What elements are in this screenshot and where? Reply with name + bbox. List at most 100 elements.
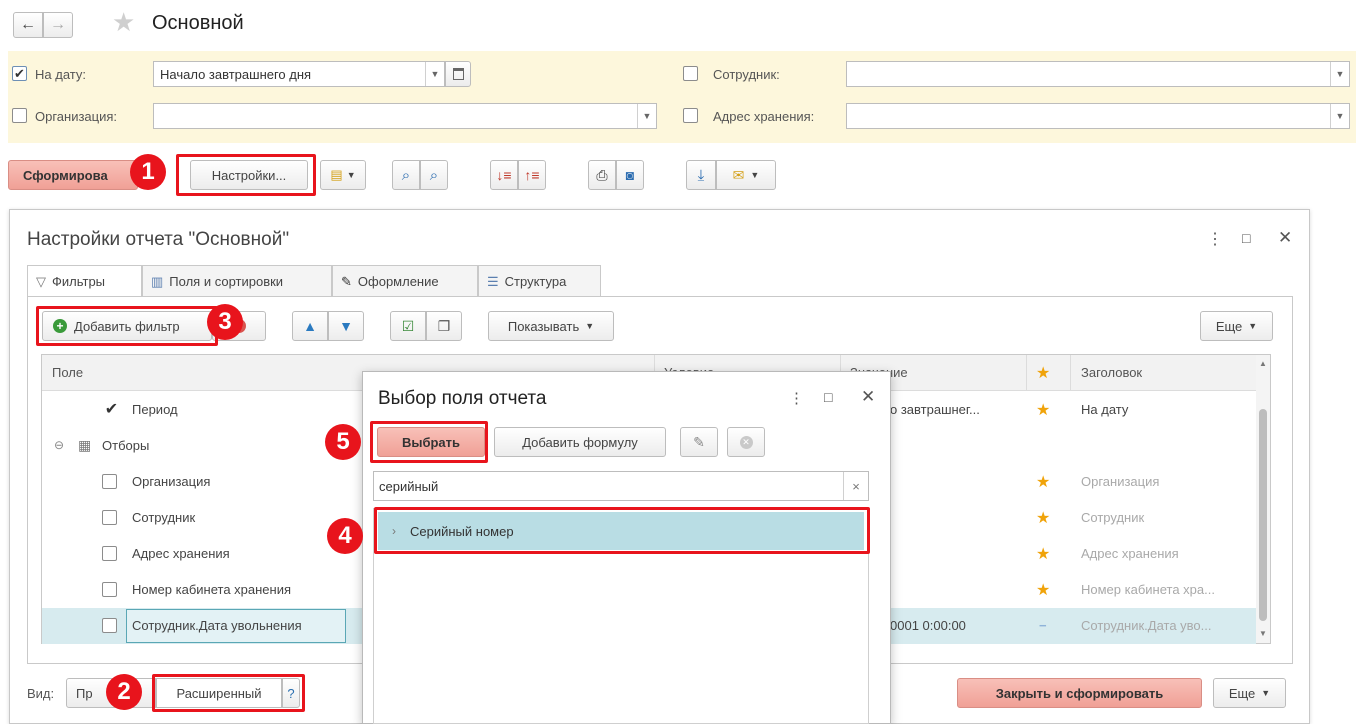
- step-badge-5: 5: [325, 424, 361, 460]
- date-checkbox[interactable]: ✔: [12, 66, 27, 81]
- storage-field[interactable]: ▼: [846, 103, 1350, 129]
- variants-button[interactable]: ▤ ▼: [320, 160, 366, 190]
- forward-button[interactable]: →: [43, 12, 73, 38]
- move-up-button[interactable]: ▲: [292, 311, 328, 341]
- row-checkbox[interactable]: [102, 582, 117, 597]
- show-button[interactable]: Показывать ▼: [488, 311, 614, 341]
- storage-checkbox[interactable]: [683, 108, 698, 123]
- chevron-down-icon: ▼: [585, 321, 595, 331]
- expand-icon: ↓≡: [496, 167, 512, 183]
- star-icon[interactable]: ★: [112, 9, 135, 35]
- clear-icon[interactable]: ×: [843, 472, 868, 500]
- print-button[interactable]: ⎙: [588, 160, 616, 190]
- chevron-down-icon: ▼: [1248, 321, 1258, 331]
- collapse-groups-button[interactable]: ↑≡: [518, 160, 546, 190]
- row-checkbox[interactable]: [102, 546, 117, 561]
- collapse-icon[interactable]: ⊖: [54, 438, 64, 452]
- scrollbar-down-icon[interactable]: ▼: [1259, 629, 1267, 638]
- send-button[interactable]: ✉ ▼: [716, 160, 776, 190]
- row-checkbox[interactable]: [102, 618, 117, 633]
- back-button[interactable]: ←: [13, 12, 43, 38]
- table-scrollbar[interactable]: ▲ ▼: [1256, 355, 1270, 643]
- row-field: Период: [132, 402, 178, 417]
- calendar-icon: [452, 68, 464, 80]
- maximize-icon[interactable]: □: [1242, 230, 1250, 246]
- step-badge-1: 1: [130, 154, 166, 190]
- tab-filters[interactable]: ▽ Фильтры: [27, 265, 142, 297]
- row-checkbox[interactable]: ✔: [104, 401, 119, 417]
- organization-checkbox[interactable]: [12, 108, 27, 123]
- tab-structure[interactable]: ☰ Структура: [478, 265, 601, 297]
- more-bottom-button[interactable]: Еще ▼: [1213, 678, 1286, 708]
- row-field: Отборы: [102, 438, 150, 453]
- arrow-left-icon: ←: [20, 16, 36, 33]
- star-icon: ★: [1036, 546, 1051, 563]
- generate-button[interactable]: Сформирова: [8, 160, 138, 190]
- close-icon[interactable]: ✕: [1278, 228, 1292, 248]
- step-badge-3: 3: [207, 304, 243, 340]
- tab-fields-sorting[interactable]: ▥ Поля и сортировки: [142, 265, 332, 297]
- uncheck-all-button[interactable]: ❐: [426, 311, 462, 341]
- close-and-generate-button[interactable]: Закрыть и сформировать: [957, 678, 1202, 708]
- preview-icon: ◙: [625, 167, 635, 183]
- scrollbar-up-icon[interactable]: ▲: [1259, 359, 1267, 368]
- group-icon: ▦: [78, 437, 92, 453]
- chevron-down-icon[interactable]: ▼: [1330, 62, 1349, 86]
- column-header-field: Поле: [52, 365, 84, 380]
- column-divider: [1026, 355, 1027, 391]
- star-icon: ★: [1036, 474, 1051, 491]
- tab-appearance[interactable]: ✎ Оформление: [332, 265, 478, 297]
- edit-button[interactable]: ✎: [680, 427, 718, 457]
- employee-label: Сотрудник:: [713, 67, 780, 82]
- expand-groups-button[interactable]: ↓≡: [490, 160, 518, 190]
- preview-button[interactable]: ◙: [616, 160, 644, 190]
- row-checkbox[interactable]: [102, 510, 117, 525]
- close-icon[interactable]: ✕: [861, 387, 875, 407]
- move-down-button[interactable]: ▼: [328, 311, 364, 341]
- row-title: Организация: [1081, 474, 1160, 489]
- report-variant-icon: ▤: [330, 167, 343, 182]
- highlight-box-add-filter: [36, 306, 218, 346]
- scrollbar-thumb[interactable]: [1259, 409, 1267, 621]
- field-picker-title: Выбор поля отчета: [378, 388, 547, 409]
- view-label: Вид:: [27, 686, 55, 701]
- chevron-down-icon[interactable]: ▼: [425, 62, 444, 86]
- maximize-icon[interactable]: □: [824, 389, 832, 405]
- chevron-down-icon: ▼: [750, 170, 760, 180]
- more-vert-icon[interactable]: ⋮: [1207, 229, 1223, 249]
- find-button[interactable]: ⌕: [392, 160, 420, 190]
- chevron-down-icon[interactable]: ▼: [1330, 104, 1349, 128]
- highlight-box-serial-number: [374, 507, 870, 554]
- calendar-button[interactable]: [445, 61, 471, 87]
- dialog-title: Настройки отчета "Основной": [27, 229, 290, 250]
- find-next-button[interactable]: ⌕: [420, 160, 448, 190]
- row-checkbox[interactable]: [102, 474, 117, 489]
- employee-checkbox[interactable]: [683, 66, 698, 81]
- step-badge-2: 2: [106, 674, 142, 710]
- dash-icon: −: [1039, 618, 1047, 633]
- storage-label: Адрес хранения:: [713, 109, 815, 124]
- search-next-icon: ⌕: [429, 166, 439, 184]
- more-button[interactable]: Еще ▼: [1200, 311, 1273, 341]
- add-formula-button[interactable]: Добавить формулу: [494, 427, 666, 457]
- search-input[interactable]: серийный ×: [373, 471, 869, 501]
- collapse-icon: ↑≡: [524, 167, 540, 183]
- save-button[interactable]: ⤓: [686, 160, 716, 190]
- row-value: 0001 0:00:00: [890, 618, 966, 633]
- check-all-icon: ☑: [401, 317, 415, 334]
- highlight-box-view-extended: [152, 674, 305, 712]
- employee-field[interactable]: ▼: [846, 61, 1350, 87]
- date-field[interactable]: Начало завтрашнего дня ▼: [153, 61, 445, 87]
- star-icon: ★: [1036, 582, 1051, 599]
- column-divider: [1070, 355, 1071, 391]
- delete-icon: ✕: [739, 435, 753, 449]
- row-field: Сотрудник.Дата увольнения: [132, 618, 302, 633]
- more-vert-icon[interactable]: ⋮: [789, 389, 804, 407]
- delete-button[interactable]: ✕: [727, 427, 765, 457]
- date-label: На дату:: [35, 67, 86, 82]
- organization-field[interactable]: ▼: [153, 103, 657, 129]
- chevron-down-icon[interactable]: ▼: [637, 104, 656, 128]
- check-all-button[interactable]: ☑: [390, 311, 426, 341]
- row-field: Адрес хранения: [132, 546, 230, 561]
- columns-icon: ▥: [151, 273, 164, 289]
